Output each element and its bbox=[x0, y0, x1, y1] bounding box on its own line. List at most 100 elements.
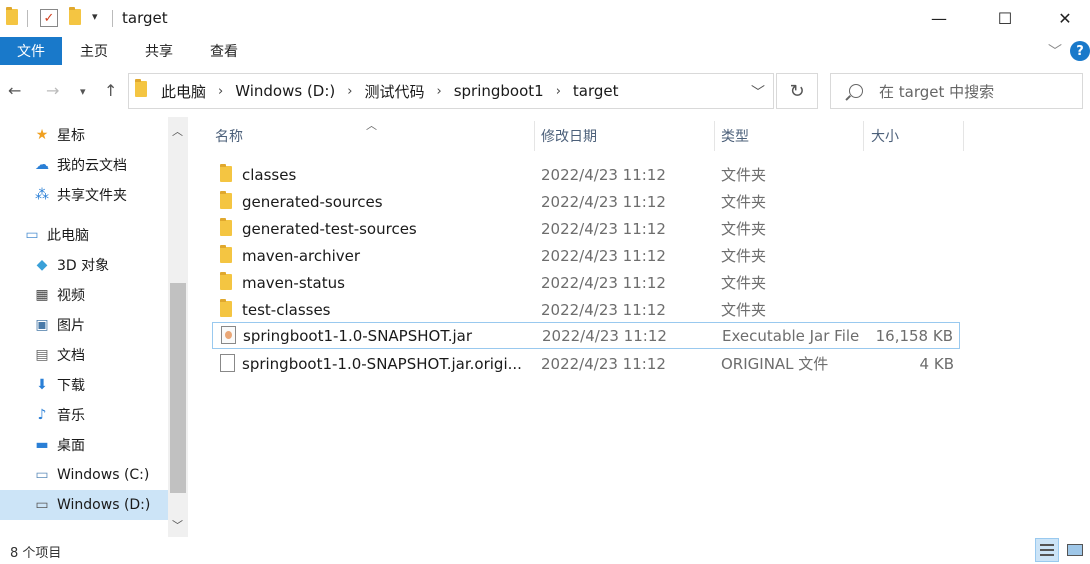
back-arrow-icon[interactable]: ← bbox=[8, 81, 21, 100]
chevron-right-icon[interactable]: › bbox=[218, 84, 223, 99]
close-button[interactable]: ✕ bbox=[1042, 0, 1088, 37]
chevron-down-icon[interactable]: ﹀ bbox=[751, 82, 765, 102]
column-header-name[interactable]: 名称 bbox=[215, 117, 243, 155]
large-icons-view-button[interactable] bbox=[1063, 538, 1087, 562]
navigation-bar: ← → ▾ ↑ 此电脑 › Windows (D:) › 测试代码 › spri… bbox=[0, 65, 1090, 117]
sidebar-item-drive-d[interactable]: ▭ Windows (D:) bbox=[0, 490, 168, 520]
sidebar-item-desktop[interactable]: ▬ 桌面 bbox=[0, 430, 168, 460]
new-folder-icon[interactable] bbox=[69, 7, 81, 29]
sidebar-item-shared-folder[interactable]: ⁂ 共享文件夹 bbox=[0, 180, 168, 210]
scroll-down-icon[interactable]: ﹀ bbox=[172, 517, 183, 533]
column-header-date[interactable]: 修改日期 bbox=[541, 117, 597, 155]
quick-access-dropdown-icon[interactable]: ▾ bbox=[92, 10, 98, 30]
scroll-thumb[interactable] bbox=[170, 283, 186, 493]
download-icon: ⬇ bbox=[36, 377, 48, 393]
sidebar-item-label: 下载 bbox=[57, 378, 85, 394]
folder-icon bbox=[6, 7, 18, 29]
sidebar-item-starred[interactable]: ★ 星标 bbox=[0, 120, 168, 150]
breadcrumb-this-pc[interactable]: 此电脑 bbox=[161, 81, 206, 102]
table-row[interactable]: generated-sources 2022/4/23 11:12 文件夹 bbox=[212, 188, 960, 215]
music-icon: ♪ bbox=[37, 407, 47, 423]
minimize-button[interactable]: — bbox=[916, 0, 962, 37]
tab-file[interactable]: 文件 bbox=[0, 37, 62, 65]
breadcrumb-test-code[interactable]: 测试代码 bbox=[364, 81, 424, 102]
item-count: 8 个项目 bbox=[10, 546, 62, 561]
table-row[interactable]: test-classes 2022/4/23 11:12 文件夹 bbox=[212, 296, 960, 323]
file-icon bbox=[220, 354, 235, 372]
table-row[interactable]: generated-test-sources 2022/4/23 11:12 文… bbox=[212, 215, 960, 242]
file-type: 文件夹 bbox=[721, 274, 767, 292]
folder-icon bbox=[220, 164, 232, 186]
sidebar-item-3d-objects[interactable]: ◆ 3D 对象 bbox=[0, 250, 168, 280]
tab-home[interactable]: 主页 bbox=[80, 37, 108, 65]
computer-icon: ▭ bbox=[25, 227, 39, 243]
up-arrow-icon[interactable]: ↑ bbox=[104, 81, 117, 100]
file-name: maven-status bbox=[242, 273, 345, 292]
sidebar-item-label: 视频 bbox=[57, 288, 85, 304]
breadcrumb-springboot1[interactable]: springboot1 bbox=[454, 82, 544, 100]
sidebar-item-music[interactable]: ♪ 音乐 bbox=[0, 400, 168, 430]
breadcrumb-drive-d[interactable]: Windows (D:) bbox=[235, 82, 335, 100]
large-icons-view-icon bbox=[1067, 544, 1083, 556]
column-divider[interactable] bbox=[963, 121, 964, 151]
chevron-right-icon[interactable]: › bbox=[436, 84, 441, 99]
desktop-icon: ▬ bbox=[35, 437, 49, 453]
sidebar-item-cloud-docs[interactable]: ☁ 我的云文档 bbox=[0, 150, 168, 180]
tab-share[interactable]: 共享 bbox=[145, 37, 173, 65]
sidebar-item-label: 我的云文档 bbox=[57, 158, 127, 174]
properties-icon[interactable]: ✓ bbox=[40, 9, 58, 27]
folder-icon bbox=[220, 218, 232, 240]
breadcrumb-target[interactable]: target bbox=[573, 82, 619, 100]
sidebar-item-label: 3D 对象 bbox=[57, 258, 110, 274]
recent-locations-icon[interactable]: ▾ bbox=[80, 85, 86, 98]
sidebar-item-pictures[interactable]: ▣ 图片 bbox=[0, 310, 168, 340]
file-name: springboot1-1.0-SNAPSHOT.jar.origi... bbox=[242, 354, 522, 373]
column-header-size[interactable]: 大小 bbox=[871, 117, 899, 155]
column-header-type[interactable]: 类型 bbox=[721, 117, 749, 155]
folder-icon bbox=[135, 79, 147, 101]
table-row[interactable]: maven-archiver 2022/4/23 11:12 文件夹 bbox=[212, 242, 960, 269]
file-name: classes bbox=[242, 165, 297, 184]
expand-ribbon-icon[interactable]: ﹀ bbox=[1048, 41, 1062, 61]
folder-icon bbox=[220, 299, 232, 321]
address-bar[interactable]: 此电脑 › Windows (D:) › 测试代码 › springboot1 … bbox=[128, 73, 774, 109]
sidebar-scrollbar[interactable]: ︿ ﹀ bbox=[168, 117, 188, 537]
scroll-up-icon[interactable]: ︿ bbox=[172, 123, 183, 139]
cube-icon: ◆ bbox=[36, 257, 48, 273]
maximize-button[interactable]: ☐ bbox=[982, 0, 1028, 37]
status-bar: 8 个项目 bbox=[0, 537, 1090, 564]
divider bbox=[27, 10, 28, 27]
file-date: 2022/4/23 11:12 bbox=[541, 192, 666, 211]
file-type: 文件夹 bbox=[721, 247, 767, 265]
tab-view[interactable]: 查看 bbox=[210, 37, 238, 65]
sidebar-item-label: 桌面 bbox=[57, 438, 85, 454]
table-row[interactable]: maven-status 2022/4/23 11:12 文件夹 bbox=[212, 269, 960, 296]
chevron-right-icon[interactable]: › bbox=[347, 84, 352, 99]
refresh-button[interactable]: ↻ bbox=[776, 73, 818, 109]
column-divider[interactable] bbox=[714, 121, 715, 151]
sidebar-item-label: 此电脑 bbox=[47, 228, 89, 244]
column-divider[interactable] bbox=[863, 121, 864, 151]
document-icon: ▤ bbox=[35, 347, 49, 363]
table-row[interactable]: springboot1-1.0-SNAPSHOT.jar.origi... 20… bbox=[212, 350, 960, 377]
divider bbox=[112, 10, 113, 27]
sidebar-item-downloads[interactable]: ⬇ 下载 bbox=[0, 370, 168, 400]
sidebar-item-videos[interactable]: ▦ 视频 bbox=[0, 280, 168, 310]
star-icon: ★ bbox=[35, 127, 49, 143]
drive-icon: ▭ bbox=[35, 467, 49, 483]
details-view-button[interactable] bbox=[1035, 538, 1059, 562]
sidebar-item-documents[interactable]: ▤ 文档 bbox=[0, 340, 168, 370]
sort-ascending-icon: ︿ bbox=[366, 119, 377, 132]
sidebar-item-this-pc[interactable]: ▭ 此电脑 bbox=[0, 220, 168, 250]
folder-icon bbox=[220, 272, 232, 294]
chevron-right-icon[interactable]: › bbox=[556, 84, 561, 99]
picture-icon: ▣ bbox=[35, 317, 49, 333]
help-button[interactable]: ? bbox=[1070, 41, 1090, 61]
sidebar-item-drive-c[interactable]: ▭ Windows (C:) bbox=[0, 460, 168, 490]
forward-arrow-icon[interactable]: → bbox=[46, 81, 59, 100]
table-row[interactable]: springboot1-1.0-SNAPSHOT.jar 2022/4/23 1… bbox=[212, 322, 960, 349]
search-input[interactable]: 在 target 中搜索 bbox=[830, 73, 1083, 109]
table-row[interactable]: classes 2022/4/23 11:12 文件夹 bbox=[212, 161, 960, 188]
share-icon: ⁂ bbox=[35, 187, 49, 203]
column-divider[interactable] bbox=[534, 121, 535, 151]
